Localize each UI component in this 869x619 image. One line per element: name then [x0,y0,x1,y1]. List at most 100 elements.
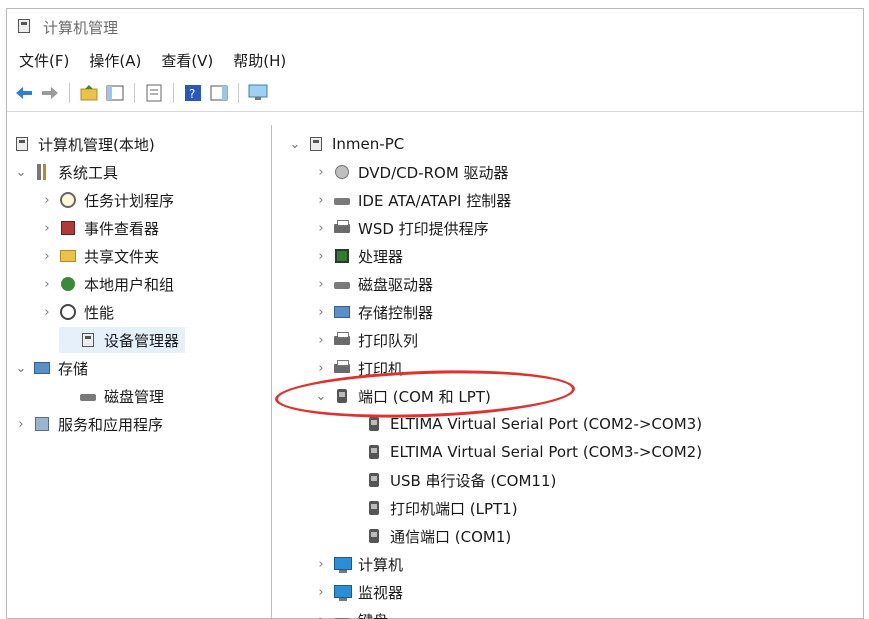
tree-item-label: 存储 [58,359,89,378]
device-category-print-queues[interactable]: › 打印队列 [313,327,418,353]
computer-management-icon [15,17,35,37]
tree-item-storage[interactable]: ⌄ 存储 [13,355,88,381]
up-folder-icon[interactable] [78,82,100,104]
chevron-right-icon[interactable]: › [313,192,329,208]
tree-root-label: 计算机管理(本地) [38,135,155,154]
device-category-storage-controllers[interactable]: › 存储控制器 [313,299,433,325]
chevron-down-icon[interactable]: ⌄ [287,136,303,152]
storage-controller-icon [333,303,351,321]
chevron-down-icon[interactable]: ⌄ [13,360,29,376]
ide-controller-icon [333,191,351,209]
device-category-label: 打印机 [358,359,404,378]
chevron-right-icon[interactable]: › [39,192,55,208]
device-category-dvd[interactable]: › DVD/CD-ROM 驱动器 [313,159,508,185]
console-tree-pane: 计算机管理(本地) ⌄ 系统工具 › 任务计划程序 › 事件查看器 › 共享文件… [7,125,272,619]
back-arrow-icon[interactable] [13,82,35,104]
chevron-right-icon[interactable]: › [313,612,329,619]
port-icon [365,527,383,545]
console-tree-icon[interactable] [104,82,126,104]
chevron-right-icon[interactable]: › [313,332,329,348]
chevron-down-icon[interactable]: ⌄ [13,164,29,180]
chevron-right-icon[interactable]: › [313,304,329,320]
computer-monitor-icon[interactable] [247,82,269,104]
device-label: ELTIMA Virtual Serial Port (COM3->COM2) [390,443,703,461]
port-icon [365,499,383,517]
device-category-printers[interactable]: › 打印机 [313,355,403,381]
monitor-icon [333,555,352,573]
help-icon[interactable]: ? [182,82,204,104]
chevron-right-icon[interactable]: › [39,304,55,320]
toolbar-separator [134,83,135,103]
chevron-right-icon[interactable]: › [313,164,329,180]
device-category-keyboards[interactable]: › 键盘 [313,607,388,619]
tree-item-performance[interactable]: › 性能 [39,299,114,325]
device-category-wsd[interactable]: › WSD 打印提供程序 [313,215,488,241]
port-icon [365,471,383,489]
device-category-label: 计算机 [358,555,404,574]
menu-help[interactable]: 帮助(H) [231,48,288,73]
chevron-right-icon[interactable]: › [313,248,329,264]
users-icon [59,275,77,293]
tree-item-label: 服务和应用程序 [58,415,164,434]
tree-item-event-viewer[interactable]: › 事件查看器 [39,215,159,241]
computer-management-icon [13,135,31,153]
tree-item-system-tools[interactable]: ⌄ 系统工具 [13,159,118,185]
device-category-label: 打印队列 [358,331,419,350]
performance-icon [59,303,77,321]
properties-icon[interactable] [143,82,165,104]
device-category-monitors[interactable]: › 监视器 [313,579,403,605]
tree-item-shared-folders[interactable]: › 共享文件夹 [39,243,159,269]
chevron-right-icon[interactable]: › [313,584,329,600]
device-category-ports[interactable]: ⌄ 端口 (COM 和 LPT) [313,383,491,409]
device-category-disk-drives[interactable]: › 磁盘驱动器 [313,271,433,297]
chevron-right-icon[interactable]: › [39,248,55,264]
tree-item-label: 任务计划程序 [84,191,175,210]
device-port-usb-serial[interactable]: USB 串行设备 (COM11) [365,467,556,493]
action-pane-icon[interactable] [208,82,230,104]
clock-icon [59,191,77,209]
device-category-processor[interactable]: › 处理器 [313,243,403,269]
device-category-ide[interactable]: › IDE ATA/ATAPI 控制器 [313,187,511,213]
device-category-label: IDE ATA/ATAPI 控制器 [358,191,512,210]
chevron-right-icon[interactable]: › [313,276,329,292]
device-category-computer[interactable]: › 计算机 [313,551,403,577]
tree-item-task-scheduler[interactable]: › 任务计划程序 [39,187,174,213]
printer-icon [333,331,351,349]
device-category-label: 处理器 [358,247,404,266]
tree-root[interactable]: 计算机管理(本地) [13,131,155,157]
device-port-com1[interactable]: 通信端口 (COM1) [365,523,511,549]
device-category-label: 键盘 [358,610,388,619]
device-port-eltima-com2[interactable]: ELTIMA Virtual Serial Port (COM2->COM3) [365,411,702,437]
disk-drive-icon [333,275,351,293]
tree-item-disk-management[interactable]: 磁盘管理 [59,383,164,409]
chevron-right-icon[interactable]: › [39,276,55,292]
forward-arrow-icon[interactable] [39,82,61,104]
tree-item-device-manager[interactable]: 设备管理器 [59,327,186,353]
tree-item-local-users[interactable]: › 本地用户和组 [39,271,174,297]
device-category-label: 存储控制器 [358,303,434,322]
processor-icon [333,247,351,265]
tree-item-services-apps[interactable]: › 服务和应用程序 [13,411,163,437]
chevron-right-icon[interactable]: › [39,220,55,236]
menu-view[interactable]: 查看(V) [159,48,215,73]
device-port-lpt1[interactable]: 打印机端口 (LPT1) [365,495,518,521]
chevron-right-icon[interactable]: › [313,360,329,376]
window-title: 计算机管理 [43,18,119,37]
device-root[interactable]: ⌄ Inmen-PC [287,131,405,157]
chevron-down-icon[interactable]: ⌄ [313,388,329,404]
chevron-right-icon[interactable]: › [313,220,329,236]
device-category-label: 磁盘驱动器 [358,275,434,294]
device-label: ELTIMA Virtual Serial Port (COM2->COM3) [390,415,703,433]
device-port-eltima-com3[interactable]: ELTIMA Virtual Serial Port (COM3->COM2) [365,439,702,465]
device-category-label: 端口 (COM 和 LPT) [358,387,491,406]
toolbar-separator [69,83,70,103]
chevron-right-icon[interactable]: › [313,556,329,572]
tree-item-label: 本地用户和组 [84,275,175,294]
svg-text:?: ? [189,87,195,101]
device-manager-icon [79,331,97,349]
menu-action[interactable]: 操作(A) [87,48,143,73]
printer-icon [333,359,351,377]
menu-file[interactable]: 文件(F) [17,48,71,73]
chevron-right-icon[interactable]: › [13,416,29,432]
